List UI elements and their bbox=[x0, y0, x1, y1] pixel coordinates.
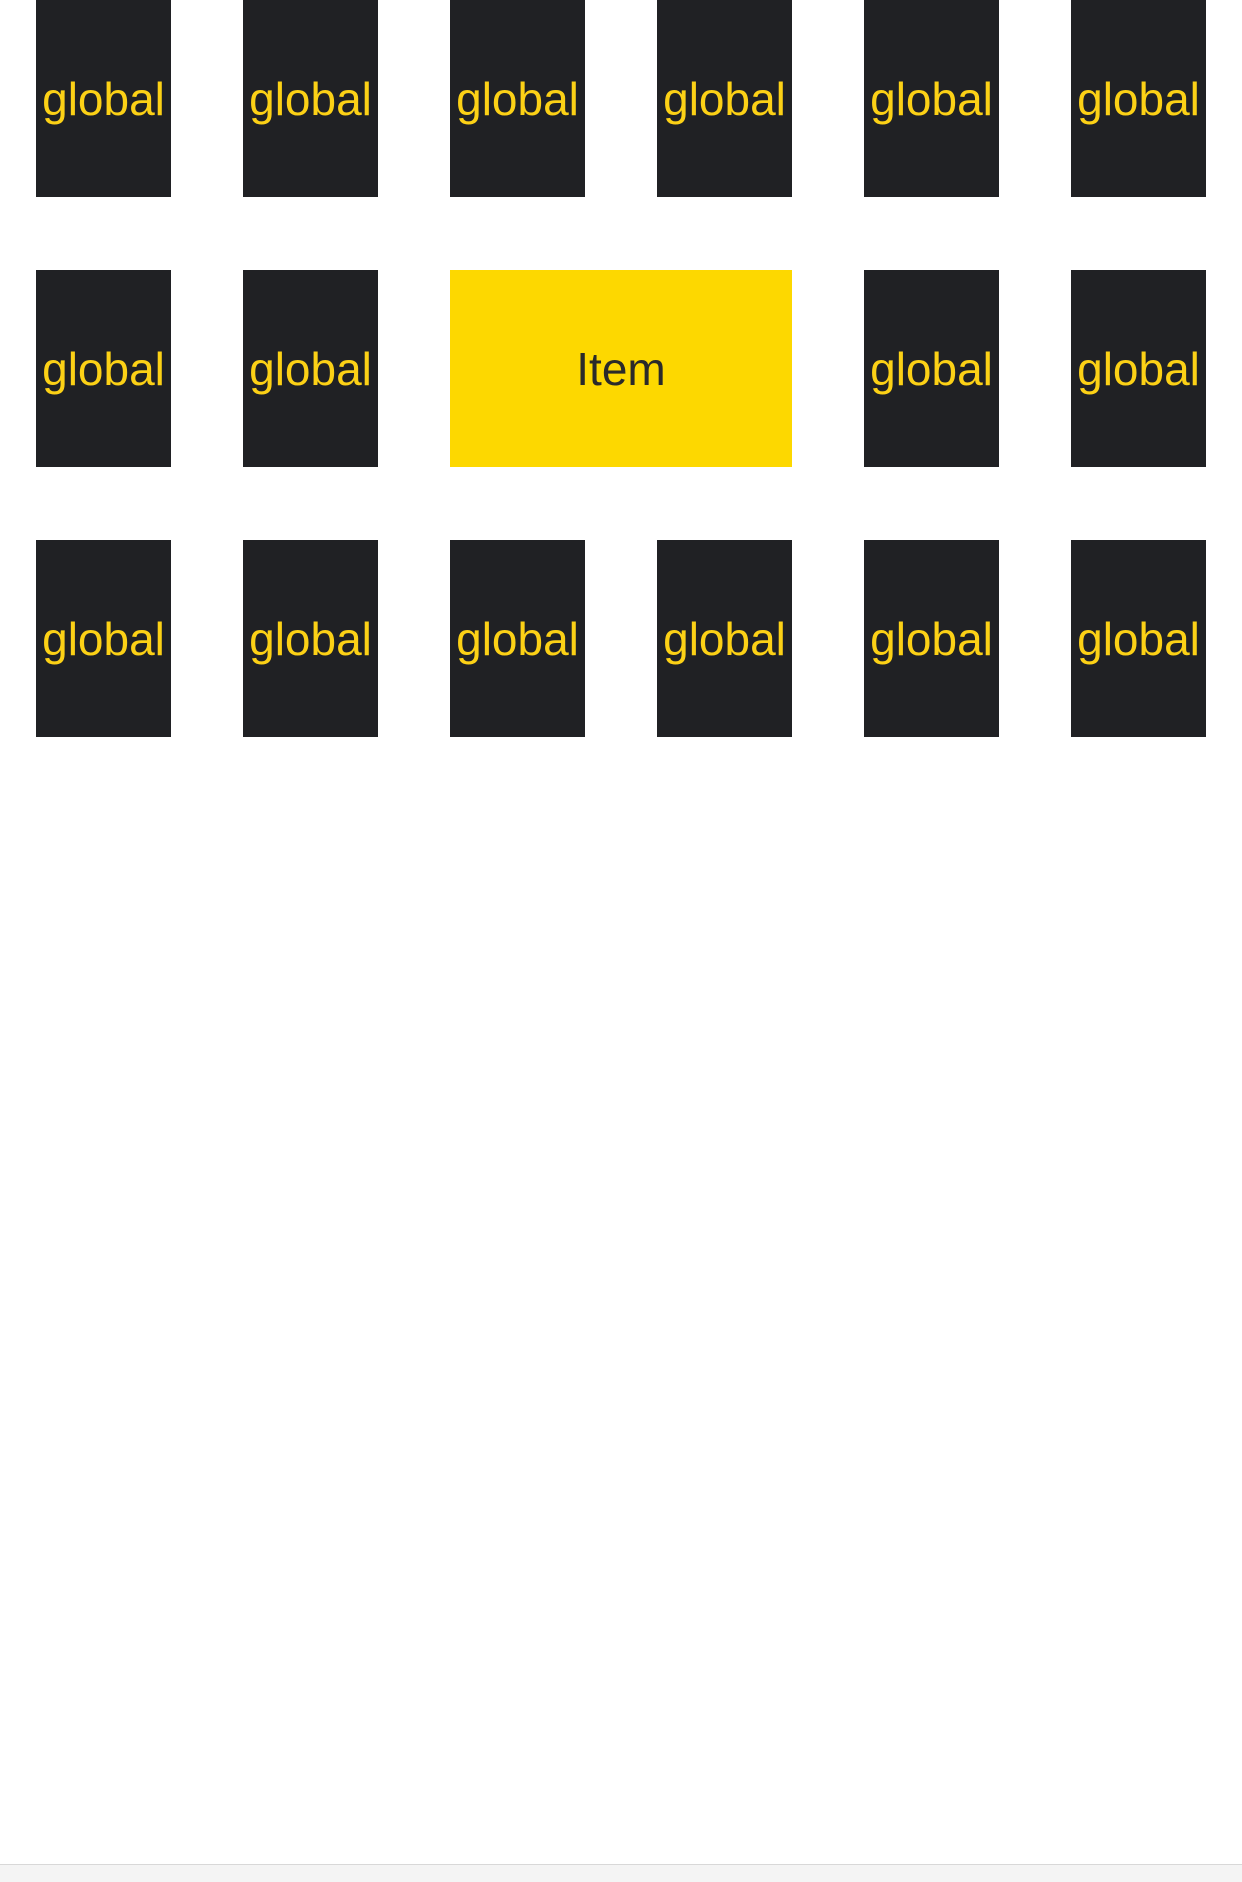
grid-tile[interactable]: global bbox=[243, 0, 378, 197]
grid-tile[interactable]: global bbox=[864, 270, 999, 467]
page: global global global global global globa… bbox=[0, 0, 1242, 1882]
grid-tile[interactable]: global bbox=[1071, 270, 1206, 467]
grid-tile[interactable]: global bbox=[36, 270, 171, 467]
grid-tile[interactable]: global bbox=[243, 540, 378, 737]
bottom-bar bbox=[0, 1864, 1242, 1882]
grid-tile[interactable]: global bbox=[657, 540, 792, 737]
grid-tile[interactable]: global bbox=[864, 540, 999, 737]
grid-tile[interactable]: global bbox=[864, 0, 999, 197]
highlighted-item-tile[interactable]: Item bbox=[450, 270, 792, 467]
grid-tile[interactable]: global bbox=[657, 0, 792, 197]
tile-grid: global global global global global globa… bbox=[36, 0, 1206, 737]
grid-tile[interactable]: global bbox=[243, 270, 378, 467]
grid-tile[interactable]: global bbox=[36, 0, 171, 197]
grid-tile[interactable]: global bbox=[1071, 0, 1206, 197]
grid-tile[interactable]: global bbox=[450, 0, 585, 197]
grid-tile[interactable]: global bbox=[450, 540, 585, 737]
grid-tile[interactable]: global bbox=[1071, 540, 1206, 737]
grid-tile[interactable]: global bbox=[36, 540, 171, 737]
